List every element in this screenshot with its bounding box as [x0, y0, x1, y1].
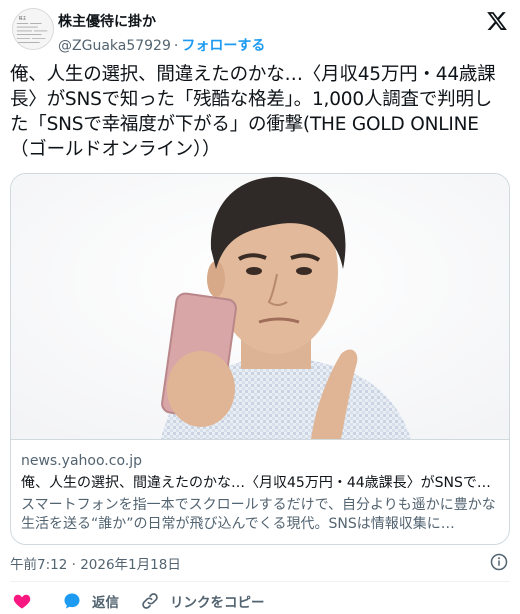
- card-description: スマートフォンを指一本でスクロールするだけで、自分よりも遥かに豊かな生活を送る“…: [21, 497, 496, 532]
- reply-label: 返信: [92, 595, 119, 611]
- link-card[interactable]: news.yahoo.co.jp 俺、人生の選択、間違えたのかな…〈月収45万円…: [10, 173, 510, 545]
- reply-button[interactable]: 返信: [62, 589, 119, 613]
- timestamp[interactable]: 午前7:12 · 2026年1月18日: [10, 553, 181, 573]
- link-icon: [140, 591, 160, 611]
- follow-button[interactable]: フォローする: [181, 38, 265, 54]
- reply-icon: [62, 591, 82, 611]
- tweet-text: 俺、人生の選択、間違えたのかな…〈月収45万円・44歳課長〉がSNSで知った「残…: [10, 64, 496, 160]
- card-domain: news.yahoo.co.jp: [21, 453, 142, 469]
- card-title[interactable]: 俺、人生の選択、間違えたのかな…〈月収45万円・44歳課長〉がSNSで知った「残…: [21, 474, 501, 493]
- card-body: news.yahoo.co.jp 俺、人生の選択、間違えたのかな…〈月収45万円…: [11, 439, 509, 544]
- like-button[interactable]: [12, 589, 32, 613]
- author-handle[interactable]: @ZGuaka57929: [58, 38, 171, 54]
- action-bar: 返信 リンクをコピー: [0, 589, 520, 613]
- copy-link-button[interactable]: リンクをコピー: [140, 589, 265, 613]
- separator-dot: ·: [173, 38, 179, 54]
- copy-link-label: リンクをコピー: [170, 595, 265, 611]
- heart-icon: [12, 591, 32, 611]
- divider: [10, 581, 510, 582]
- author-display-name[interactable]: 株主優待に掛か: [58, 11, 156, 31]
- svg-text:株主: 株主: [19, 15, 27, 20]
- author-handle-line: @ZGuaka57929 · フォローする: [58, 35, 265, 55]
- card-image: [11, 174, 509, 439]
- info-icon[interactable]: [490, 553, 508, 571]
- x-logo-icon[interactable]: [486, 10, 508, 32]
- avatar[interactable]: 株主: [12, 8, 54, 50]
